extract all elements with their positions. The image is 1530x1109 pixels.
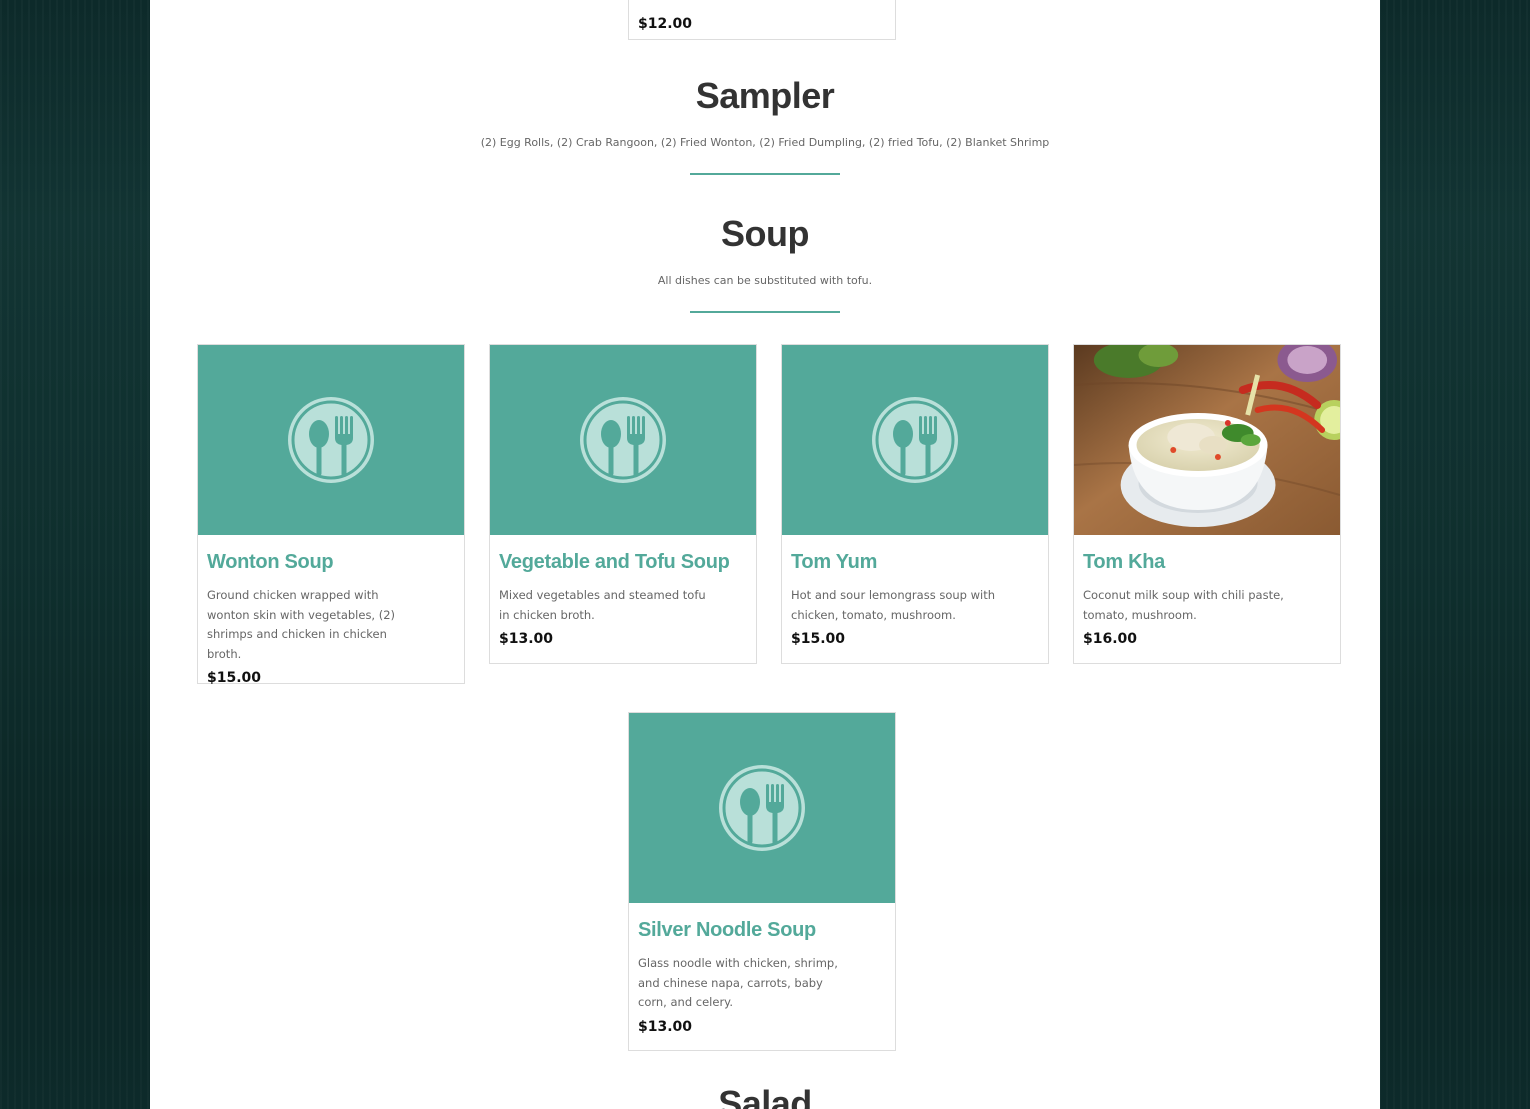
menu-panel: $12.00 Sampler (2) Egg Rolls, (2) Crab R… [150, 0, 1380, 1109]
soup-photo [1074, 345, 1340, 535]
menu-card[interactable]: $12.00 [628, 0, 896, 40]
menu-card-vegetable-tofu-soup[interactable]: Vegetable and Tofu Soup Mixed vegetables… [489, 344, 757, 664]
card-price: $13.00 [499, 631, 554, 647]
card-image [198, 345, 464, 535]
section-divider [690, 173, 840, 175]
menu-card-tom-yum[interactable]: Tom Yum Hot and sour lemongrass soup wit… [781, 344, 1049, 664]
card-title: Vegetable and Tofu Soup [499, 551, 730, 573]
card-title: Wonton Soup [207, 551, 334, 573]
card-title: Silver Noodle Soup [638, 919, 816, 941]
utensils-icon [719, 765, 805, 851]
card-price: $12.00 [638, 16, 693, 32]
card-description: Ground chicken wrapped with wonton skin … [207, 588, 396, 661]
card-title: Tom Yum [791, 551, 878, 573]
section-title-salad: Salad [718, 1083, 812, 1109]
card-title: Tom Kha [1083, 551, 1165, 573]
card-image [629, 713, 895, 903]
card-photo [1074, 345, 1340, 535]
card-image [782, 345, 1048, 535]
card-price: $15.00 [207, 670, 262, 686]
utensils-icon [288, 397, 374, 483]
menu-card-tom-kha[interactable]: Tom Kha Coconut milk soup with chili pas… [1073, 344, 1341, 664]
card-price: $13.00 [638, 1018, 693, 1035]
section-divider [690, 311, 840, 313]
card-image [490, 345, 756, 535]
section-title-sampler: Sampler [695, 75, 835, 116]
card-price: $16.00 [1083, 631, 1138, 647]
utensils-icon [872, 397, 958, 483]
section-title-soup: Soup [721, 213, 809, 254]
card-description: Glass noodle with chicken, shrimp, and c… [638, 956, 838, 1009]
section-desc-sampler: (2) Egg Rolls, (2) Crab Rangoon, (2) Fri… [480, 136, 1050, 149]
card-description: Coconut milk soup with chili paste, toma… [1083, 588, 1284, 622]
card-price: $15.00 [791, 631, 846, 647]
menu-card-wonton-soup[interactable]: Wonton Soup Ground chicken wrapped with … [197, 344, 465, 686]
card-description: Mixed vegetables and steamed tofu in chi… [499, 588, 706, 622]
card-description: Hot and sour lemongrass soup with chicke… [791, 588, 996, 622]
menu-card-silver-noodle-soup[interactable]: Silver Noodle Soup Glass noodle with chi… [628, 712, 896, 1051]
section-desc-soup: All dishes can be substituted with tofu. [657, 274, 873, 287]
utensils-icon [580, 397, 666, 483]
